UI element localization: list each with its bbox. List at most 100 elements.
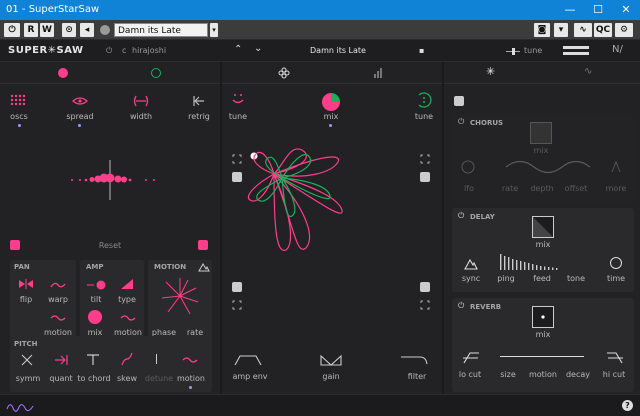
dice-right-bottom-icon[interactable]	[420, 282, 430, 292]
expand-right-top-icon[interactable]	[420, 154, 430, 164]
to-chord-icon[interactable]	[86, 354, 100, 366]
host-preset-field[interactable]: Damn its Late	[114, 23, 208, 37]
delay-sync-icon[interactable]	[464, 258, 478, 270]
help-icon[interactable]: ?	[622, 400, 633, 411]
chorus-wave-display[interactable]	[460, 158, 626, 176]
modulation-wave-icon: ∿	[584, 66, 593, 77]
preset-dropdown-icon[interactable]: ▾	[210, 23, 218, 37]
reset-button[interactable]: Reset	[92, 241, 128, 250]
tune-left-smile-icon[interactable]	[230, 92, 246, 106]
shape-flower-icon	[278, 67, 290, 79]
tab-modulation[interactable]: ∿	[538, 62, 640, 84]
reverb-power-icon[interactable]: ⏻	[458, 301, 464, 311]
warp-wave-icon[interactable]	[50, 281, 66, 289]
quant-arrow-icon[interactable]	[54, 354, 68, 366]
amp-motion-wave-icon[interactable]	[120, 314, 136, 322]
oscs-grid-icon[interactable]	[10, 94, 28, 108]
delay-mix-label: mix	[535, 240, 551, 249]
pan-motion-wave-icon[interactable]	[50, 314, 66, 322]
type-triangle-icon[interactable]	[120, 278, 134, 290]
tab-shape[interactable]	[222, 62, 348, 84]
chorus-mix-pad[interactable]	[530, 122, 552, 144]
tune-slider-handle[interactable]	[512, 48, 515, 55]
reverb-hicut-icon[interactable]	[606, 352, 624, 364]
routing-dropdown[interactable]: ▾	[554, 23, 568, 37]
close-button[interactable]: ✕	[612, 0, 640, 20]
read-automation-button[interactable]: R	[24, 23, 38, 37]
tab-spectrum[interactable]	[348, 62, 442, 84]
detune-bar-icon[interactable]	[156, 354, 157, 364]
motion-mountain-icon[interactable]	[198, 262, 210, 272]
expand-left-bottom-icon[interactable]	[232, 300, 242, 310]
author-power-icon[interactable]: ⏻	[106, 46, 112, 56]
compare-button[interactable]: ⊙	[62, 23, 76, 37]
qc-button[interactable]: QC	[594, 23, 612, 37]
expand-left-top-icon[interactable]	[232, 154, 242, 164]
minimize-button[interactable]: —	[556, 0, 584, 20]
pulse-icon[interactable]: ∿	[574, 23, 592, 37]
write-automation-button[interactable]: W	[40, 23, 54, 37]
maximize-button[interactable]: ☐	[584, 0, 612, 20]
symm-label: symm	[15, 374, 41, 383]
camera-icon[interactable]: ◙	[534, 23, 550, 37]
delay-ping-bars[interactable]	[500, 254, 570, 270]
reverb-locut-icon[interactable]	[462, 352, 480, 364]
author-name: hirajoshi	[132, 46, 167, 55]
chorus-power-icon[interactable]: ⏻	[458, 117, 464, 127]
pitch-motion-mod-dot	[189, 386, 192, 389]
reverb-mix-pad[interactable]	[532, 306, 554, 328]
width-brackets-icon[interactable]	[132, 95, 150, 107]
filter-icon[interactable]	[400, 354, 428, 366]
tab-osc-a[interactable]	[0, 62, 126, 84]
copy-icon[interactable]	[198, 240, 208, 250]
delay-time-knob[interactable]	[610, 257, 622, 269]
width-label: width	[129, 112, 153, 121]
pitch-motion-wave-icon[interactable]	[182, 356, 198, 364]
tune-right-icon[interactable]	[416, 92, 432, 108]
to-chord-label: to chord	[77, 374, 111, 383]
fx-dice-icon[interactable]	[454, 96, 464, 106]
amp-env-icon[interactable]	[234, 354, 266, 366]
reverb-title: REVERB	[470, 303, 502, 311]
power-button[interactable]: ⏻	[4, 23, 20, 37]
randomize-dice-icon[interactable]	[10, 240, 20, 250]
delay-time-label: time	[606, 274, 626, 283]
retrig-icon[interactable]	[192, 95, 206, 107]
flip-icon[interactable]	[18, 279, 34, 289]
spread-eye-icon[interactable]	[72, 96, 88, 106]
next-preset-chevron-icon[interactable]: ⌄	[254, 43, 262, 54]
detune-label: detune	[144, 374, 174, 383]
delay-sync-label: sync	[461, 274, 481, 283]
window-title: 01 - SuperStarSaw	[6, 4, 100, 15]
mix-knob[interactable]	[321, 92, 341, 112]
tab-effects[interactable]: ✳	[444, 62, 538, 84]
dice-left-bottom-icon[interactable]	[232, 282, 242, 292]
save-icon[interactable]: ▪	[419, 46, 424, 55]
amp-env-label: amp env	[232, 372, 268, 381]
gain-label: gain	[322, 372, 340, 381]
phase-star-icon[interactable]	[160, 276, 200, 316]
settings-icon[interactable]: ⚙	[615, 23, 633, 37]
symm-icon[interactable]	[20, 354, 34, 366]
reverb-size-slider[interactable]	[500, 356, 584, 358]
expand-right-bottom-icon[interactable]	[420, 300, 430, 310]
delay-power-icon[interactable]: ⏻	[458, 211, 464, 221]
level-meter-top	[563, 46, 589, 49]
delay-mix-pad[interactable]	[532, 216, 554, 238]
amp-mix-knob[interactable]	[88, 310, 102, 324]
skew-icon[interactable]	[120, 352, 134, 366]
osc-spread-display[interactable]	[66, 158, 158, 202]
reverb-section: ⏻ REVERB mix lo cut size motion decay hi…	[452, 298, 634, 392]
gain-icon[interactable]	[320, 354, 342, 366]
tilt-icon[interactable]	[86, 280, 108, 290]
tab-osc-b[interactable]	[126, 62, 220, 84]
undo-button[interactable]: ◂	[80, 23, 94, 37]
dice-left-top-icon[interactable]	[232, 172, 242, 182]
delay-section: ⏻ DELAY mix sync ping feed tone time	[452, 208, 634, 292]
tune-label: tune	[524, 46, 543, 55]
chorus-rate-label: rate	[501, 184, 519, 193]
prev-preset-chevron-icon[interactable]: ⌃	[234, 44, 242, 55]
preset-name[interactable]: Damn its Late	[310, 46, 366, 55]
waveform-star-display[interactable]	[246, 146, 416, 276]
dice-right-top-icon[interactable]	[420, 172, 430, 182]
